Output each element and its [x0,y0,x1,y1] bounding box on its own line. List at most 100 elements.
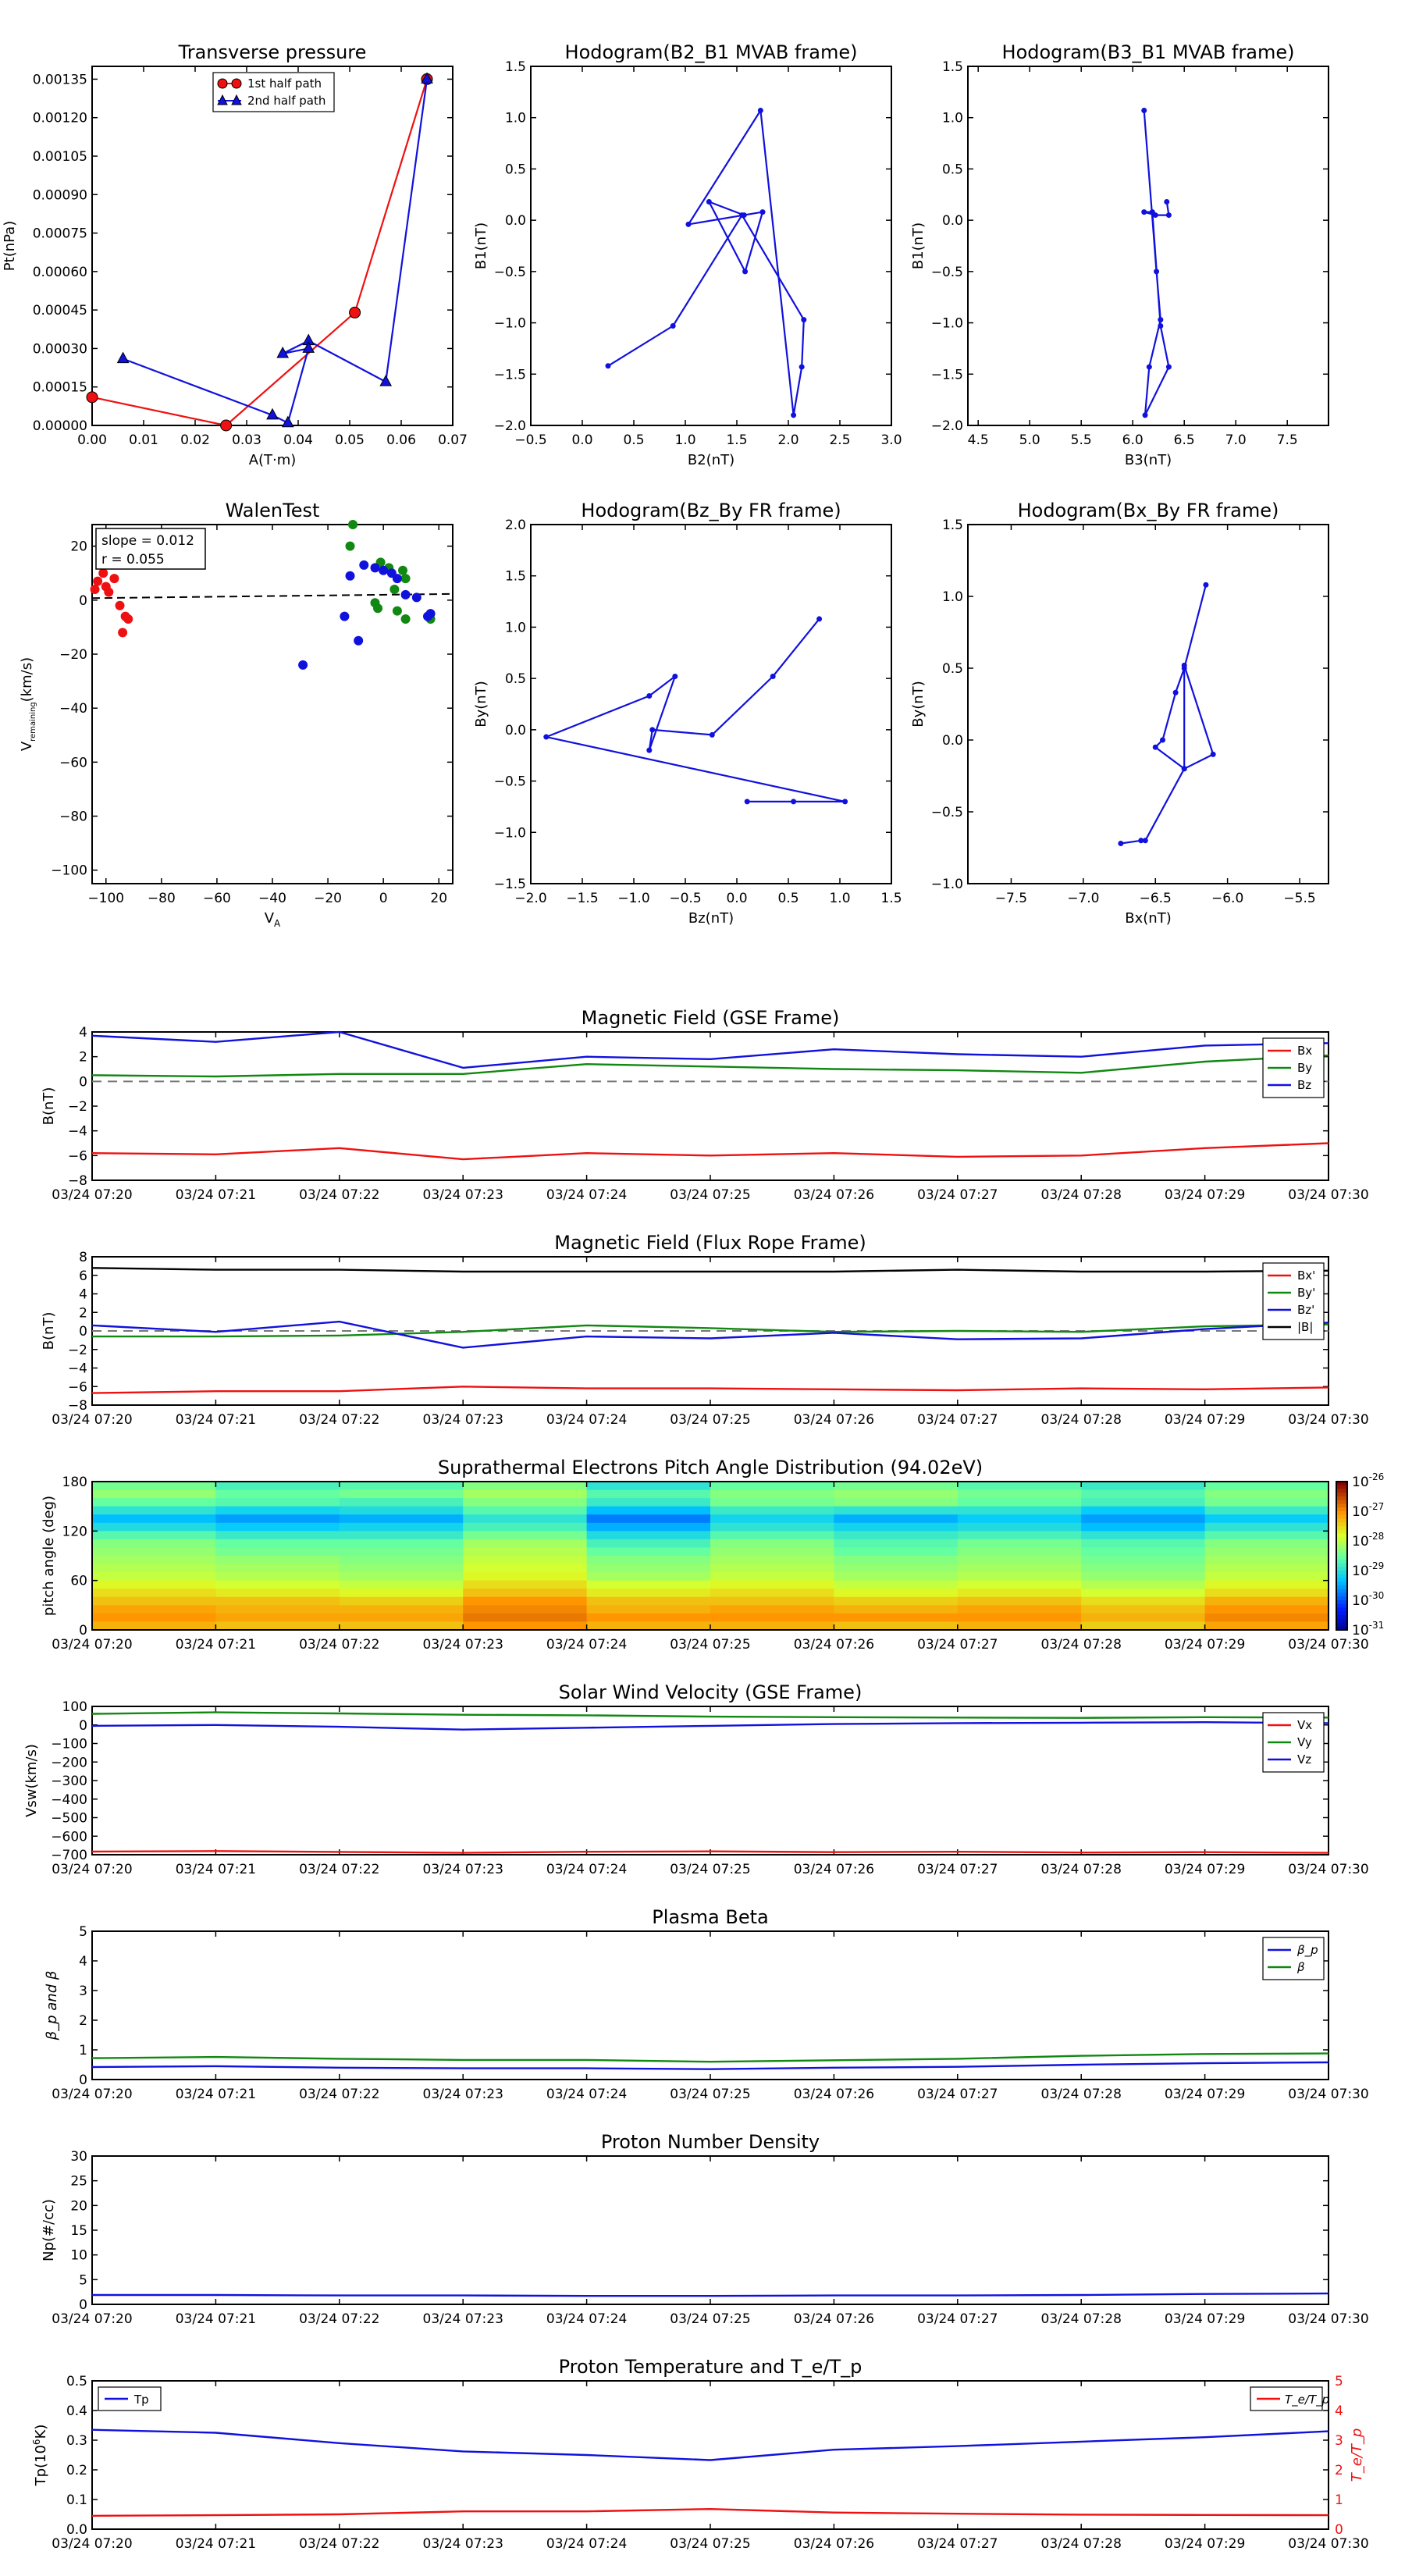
scatter-point [373,603,383,614]
plot-frame [91,1706,1329,1856]
heatmap-cell [957,1539,1082,1548]
time-tick-label: 03/24 07:30 [1288,2536,1368,2552]
heatmap-cell [834,1531,959,1540]
x-tick-label: 7.0 [1225,432,1247,448]
heatmap-cell [339,1482,464,1491]
time-tick-label: 03/24 07:22 [299,2087,379,2102]
scatter-point [115,600,125,610]
series-line [91,2428,1329,2461]
y-tick-label: 15 [70,2223,87,2239]
y-tick-label: −80 [59,809,87,825]
legend-marker [231,78,242,89]
legend-label: 2nd half path [247,94,325,108]
fit-line [91,592,454,600]
time-tick-label: 03/24 07:30 [1288,1637,1368,1653]
colorbar-segment [1336,1589,1347,1593]
y-tick-label: 0.0 [505,723,526,738]
data-point [842,799,848,805]
series-line [607,109,805,417]
y-tick-label: −8 [68,1173,87,1189]
y-tick-label: 0 [79,1623,87,1638]
heatmap-cell [586,1522,711,1532]
colorbar-segment [1336,1485,1347,1489]
path-marker-circle [86,391,98,404]
time-tick-label: 03/24 07:29 [1165,2536,1245,2552]
heatmap-cell [463,1589,588,1598]
heatmap-cell [586,1613,711,1622]
x-tick-label: −2.0 [514,891,546,906]
heatmap-cell [586,1506,711,1515]
time-tick-label: 03/24 07:21 [176,2536,256,2552]
time-tick-label: 03/24 07:26 [794,1187,874,1203]
time-tick-label: 03/24 07:27 [917,2536,998,2552]
colorbar-segment [1336,1563,1347,1567]
x-tick-label: 0.04 [283,432,313,448]
data-point [1210,751,1216,757]
colorbar-segment [1336,1518,1347,1523]
y-axis-label: B(nT) [41,1312,57,1350]
heatmap-cell [92,1556,216,1565]
heatmap-cell [834,1605,959,1614]
scatter-point [392,606,402,616]
colorbar-segment [1336,1496,1347,1501]
y-tick-label: −2.0 [931,418,963,434]
scatter-point [345,571,355,581]
x-axis-label: Bz(nT) [688,910,734,927]
heatmap-cell [710,1596,834,1606]
time-tick-label: 03/24 07:28 [1041,2311,1122,2327]
data-point [1141,209,1147,215]
y-tick-label: −0.5 [931,265,963,280]
heatmap-cell [339,1621,464,1631]
heatmap-cell [957,1572,1082,1582]
chart-title: Proton Temperature and T_e/T_p [559,2356,863,2378]
panel-hxy: Hodogram(Bx_By FR frame) −7.5 −7.0 −6.5 −6.0… [910,500,1329,927]
data-point [1152,212,1158,219]
y2-tick-label: 2 [1335,2463,1343,2478]
data-point [1146,364,1152,370]
colorbar-segment [1336,1559,1347,1564]
time-tick-label: 03/24 07:22 [299,1187,379,1203]
series-line [91,1142,1329,1161]
x-tick-label: −80 [148,891,176,906]
heatmap-cell [92,1605,216,1614]
heatmap-cell [1081,1506,1206,1515]
heatmap-cell [710,1498,834,1507]
y-tick-label: 60 [70,1574,87,1589]
y-tick-label: 1.5 [505,569,526,585]
heatmap-cell [92,1589,216,1598]
panel-h31: Hodogram(B3_B1 MVAB frame) 4.5 5.0 5.5 6.0 6.… [910,41,1329,468]
x-axis-label: A(T·m) [249,452,297,468]
y-tick-label: −2 [68,1343,87,1358]
colorbar-segment [1336,1541,1347,1546]
heatmap-cell [92,1482,216,1491]
time-tick-label: 03/24 07:29 [1165,2311,1245,2327]
data-point [791,799,797,805]
x-tick-label: 2.5 [829,432,850,448]
heatmap-cell [215,1522,340,1532]
series-line [1143,110,1170,417]
time-tick-label: 03/24 07:20 [52,2536,132,2552]
heatmap-cell [710,1605,834,1614]
y2-tick-label: 0 [1335,2522,1343,2538]
colorbar-segment [1336,1548,1347,1553]
y-axis-label: Vremaining(km/s) [19,657,37,751]
y-tick-label: −1.0 [931,877,963,892]
x-tick-label: 7.5 [1277,432,1298,448]
time-tick-label: 03/24 07:25 [670,2087,750,2102]
heatmap-cell [339,1531,464,1540]
colorbar-segment [1336,1500,1347,1504]
time-tick-label: 03/24 07:24 [546,1412,627,1428]
panel-bgse: Magnetic Field (GSE Frame) −8 −6 −4 −2 0 2 4 03/… [41,1007,1369,1203]
time-tick-label: 03/24 07:28 [1041,1187,1122,1203]
y-tick-label: 4 [79,1954,87,1969]
data-point [1138,838,1144,844]
scatter-point [379,565,389,575]
colorbar-tick-label: 10-28 [1352,1531,1384,1550]
colorbar-tick-label: 10-29 [1352,1560,1384,1579]
data-point [1158,323,1164,329]
heatmap-cell [1081,1498,1206,1507]
path-marker-triangle [116,351,130,364]
heatmap-cell [586,1514,711,1524]
y-axis-label: B1(nT) [910,222,927,269]
panel-pad: Suprathermal Electrons Pitch Angle Distr… [41,1457,1384,1653]
